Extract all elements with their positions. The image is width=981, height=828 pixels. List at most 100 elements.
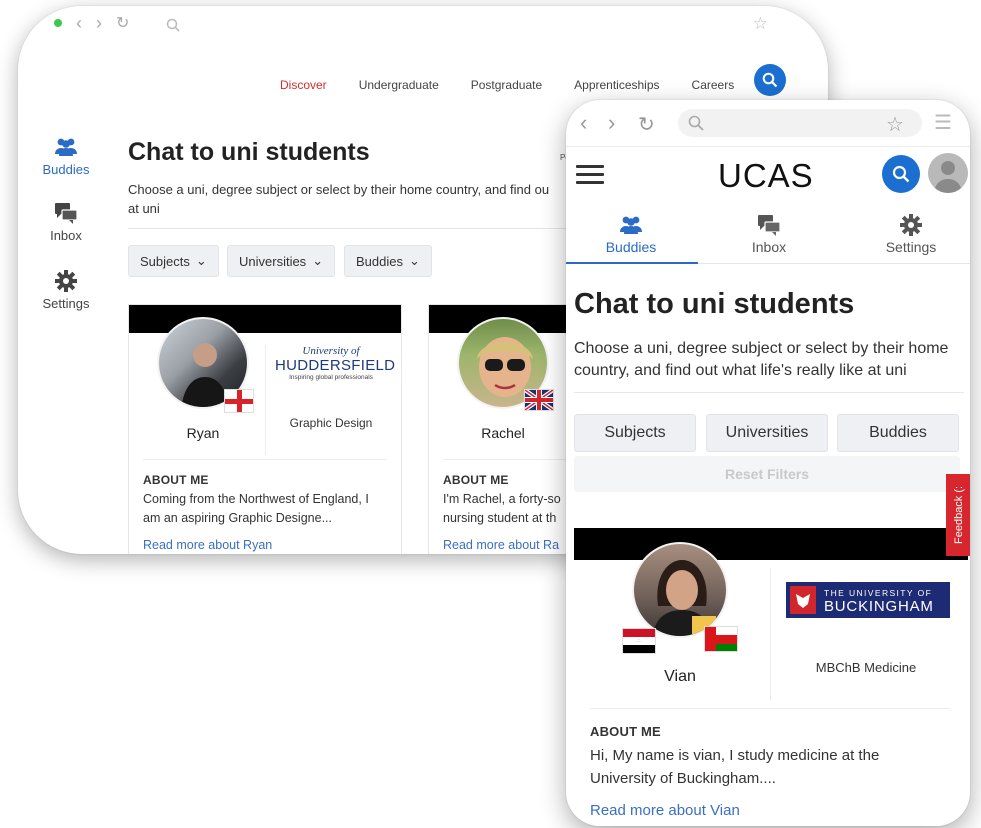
address-bar[interactable] (158, 14, 768, 36)
nav-careers[interactable]: Careers (692, 78, 735, 92)
sidebar-label-buddies: Buddies (42, 162, 90, 177)
sidebar-label-inbox: Inbox (50, 228, 82, 243)
people-icon (55, 138, 77, 156)
search-icon (166, 18, 180, 32)
huddersfield-logo: University of HUDDERSFIELD Inspiring glo… (275, 345, 396, 381)
logo-text-big: HUDDERSFIELD (275, 357, 396, 374)
about-line: I'm Rachel, a forty-so (443, 492, 561, 506)
site-search-button[interactable] (754, 64, 786, 96)
england-flag-icon (224, 389, 254, 413)
read-more-link[interactable]: Read more about Ryan (143, 538, 272, 552)
filter-universities-button[interactable]: Universities ⌄ (227, 245, 336, 277)
filter-label: Subjects (140, 253, 190, 269)
uk-flag-icon (524, 389, 554, 411)
gear-icon (55, 270, 77, 292)
back-icon[interactable]: ‹ (76, 13, 82, 34)
forward-icon[interactable]: › (96, 13, 102, 34)
people-icon (620, 216, 642, 234)
chevron-down-icon: ⌄ (312, 253, 324, 268)
tab-label: Buddies (605, 239, 657, 255)
top-nav: Discover Undergraduate Postgraduate Appr… (280, 78, 734, 92)
page-title: Chat to uni students (128, 138, 370, 166)
about-heading: ABOUT ME (143, 473, 209, 487)
read-more-link[interactable]: Read more about Ra (443, 538, 559, 552)
about-line: University of Buckingham.... (590, 770, 776, 787)
filter-label: Buddies (356, 253, 403, 269)
crest-icon (790, 586, 816, 614)
page-title: Chat to uni students (574, 288, 855, 320)
read-more-link[interactable]: Read more about Vian (590, 802, 740, 819)
nav-discover[interactable]: Discover (280, 78, 327, 92)
course-name: MBChB Medicine (815, 660, 917, 675)
logo-text-big: BUCKINGHAM (824, 598, 934, 615)
page-description: Choose a uni, degree subject or select b… (128, 180, 578, 218)
about-heading: ABOUT ME (443, 473, 509, 487)
filter-label: Universities (239, 253, 307, 269)
divider (590, 708, 950, 709)
tab-settings[interactable]: Settings (846, 214, 970, 255)
student-name: Rachel (481, 425, 525, 441)
user-icon (934, 161, 962, 193)
tab-inbox[interactable]: Inbox (704, 214, 834, 255)
oman-flag-icon (704, 626, 738, 652)
menu-icon[interactable]: ☰ (934, 110, 952, 135)
mobile-header: UCAS (566, 146, 970, 204)
chevron-down-icon: ⌄ (408, 253, 420, 268)
student-card[interactable]: Ryan University of HUDDERSFIELD Inspirin… (128, 304, 402, 554)
about-line: am an aspiring Graphic Designe... (143, 511, 332, 525)
forward-icon[interactable]: › (608, 110, 615, 136)
sidebar-label-settings: Settings (42, 296, 90, 311)
nav-undergraduate[interactable]: Undergraduate (359, 78, 439, 92)
window-green-dot[interactable] (54, 19, 62, 27)
divider (128, 228, 588, 229)
student-name: Vian (664, 668, 696, 685)
about-line: Coming from the Northwest of England, I (143, 492, 369, 506)
nav-apprenticeships[interactable]: Apprenticeships (574, 78, 659, 92)
about-line: nursing student at th (443, 511, 557, 525)
tab-buddies[interactable]: Buddies (566, 214, 696, 255)
iraq-flag-icon: ∴ (622, 628, 656, 654)
hamburger-menu-icon[interactable] (576, 165, 604, 189)
reset-filters-button[interactable]: Reset Filters (574, 456, 960, 492)
bookmark-star-icon[interactable]: ☆ (753, 14, 768, 34)
card-header-bar (574, 528, 968, 560)
logo-tagline: Inspiring global professionals (289, 374, 373, 381)
description-line: Choose a uni, degree subject or select b… (574, 340, 949, 357)
student-card[interactable]: ∴ Vian THE UNIVERSITY OF BUCKINGHAM MBCh… (574, 528, 968, 826)
card-header-bar (129, 305, 401, 333)
bookmark-star-icon[interactable]: ☆ (886, 112, 904, 137)
gear-icon (900, 214, 922, 236)
site-search-button[interactable] (882, 155, 920, 193)
reload-icon[interactable]: ↻ (638, 112, 655, 137)
nav-postgraduate[interactable]: Postgraduate (471, 78, 542, 92)
reload-icon[interactable]: ↻ (116, 13, 129, 33)
about-text: Hi, My name is vian, I study medicine at… (590, 744, 962, 790)
tab-label: Inbox (751, 239, 787, 255)
course-name: Graphic Design (289, 416, 373, 430)
filter-buddies-button[interactable]: Buddies (837, 414, 959, 452)
ucas-logo[interactable]: UCAS (718, 157, 814, 195)
user-avatar[interactable] (928, 153, 968, 193)
sidebar-item-settings[interactable]: Settings (36, 270, 96, 311)
student-name: Ryan (186, 425, 220, 441)
mobile-tabs: Buddies Inbox Settings (566, 204, 970, 264)
about-heading: ABOUT ME (590, 724, 661, 739)
chat-icon (55, 203, 78, 224)
divider (143, 459, 387, 460)
chevron-down-icon: ⌄ (195, 253, 207, 268)
back-icon[interactable]: ‹ (580, 110, 587, 136)
feedback-tab[interactable]: Feedback (: (946, 474, 970, 556)
mobile-browser-window: ‹ › ↻ ☆ ☰ UCAS Buddies Inbox Settings Ch… (566, 100, 970, 826)
filter-universities-button[interactable]: Universities (706, 414, 828, 452)
search-icon (892, 165, 910, 183)
chat-icon (758, 215, 781, 236)
avatar (632, 542, 728, 638)
filter-subjects-button[interactable]: Subjects (574, 414, 696, 452)
sidebar-item-inbox[interactable]: Inbox (36, 202, 96, 243)
sidebar-item-buddies[interactable]: Buddies (36, 136, 96, 177)
filter-subjects-button[interactable]: Subjects ⌄ (128, 245, 219, 277)
description-line: at uni (128, 201, 160, 216)
about-text: Coming from the Northwest of England, I … (143, 490, 399, 528)
filter-buddies-button[interactable]: Buddies ⌄ (344, 245, 432, 277)
buckingham-logo: THE UNIVERSITY OF BUCKINGHAM (786, 582, 950, 618)
